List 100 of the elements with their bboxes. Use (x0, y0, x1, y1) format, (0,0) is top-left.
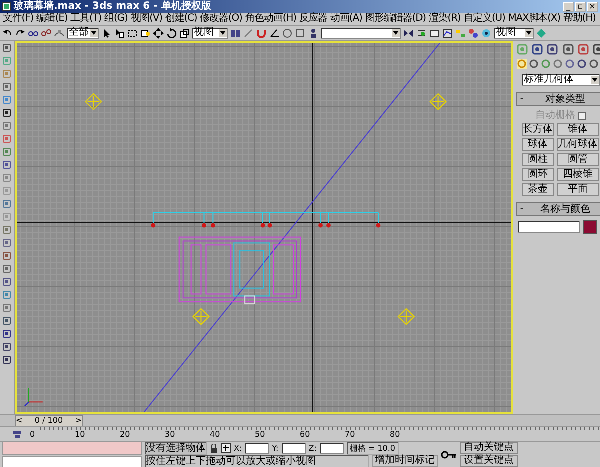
menu-item[interactable]: 创建(C) (164, 13, 198, 25)
menu-item[interactable]: 图形编辑器(D) (364, 13, 427, 25)
object-type-button[interactable]: 球体 (522, 138, 554, 151)
coordinate-field[interactable] (320, 442, 344, 454)
rollout-header[interactable]: - 名称与颜色 (516, 202, 600, 216)
material-editor-icon[interactable] (468, 28, 479, 38)
autogrid-checkbox[interactable] (578, 112, 586, 120)
object-type-button[interactable]: 锥体 (557, 123, 599, 136)
menu-item[interactable]: 渲染(R) (428, 13, 462, 25)
collapse-sign[interactable]: - (517, 204, 527, 214)
add-time-tag-button[interactable]: 增加时间标记 (372, 455, 438, 467)
dropdown-arrow-icon[interactable] (90, 29, 98, 37)
minimize-button[interactable]: _ (563, 2, 574, 12)
time-slider-track[interactable]: < 0 / 100 > (0, 414, 600, 426)
object-type-button[interactable]: 几何球体 (557, 138, 599, 151)
render-view-dropdown[interactable]: 视图 (494, 28, 534, 38)
frame-counter: 0 / 100 (34, 416, 64, 424)
object-type-button[interactable]: 平面 (557, 183, 599, 196)
move-icon[interactable] (153, 28, 164, 38)
key-icon[interactable] (441, 450, 457, 460)
scale-icon[interactable] (179, 28, 190, 38)
dropdown-arrow-icon[interactable] (392, 29, 400, 37)
next-frame-arrow[interactable]: > (75, 416, 82, 424)
object-type-button[interactable]: 长方体 (522, 123, 554, 136)
menu-item[interactable]: MAX脚本(X) (507, 13, 562, 25)
angle-snap-icon[interactable] (269, 28, 280, 38)
menu-item[interactable]: 文件(F) (2, 13, 35, 25)
category-dropdown[interactable]: 标准几何体 (522, 74, 600, 86)
panel-tab-icon[interactable] (562, 44, 574, 55)
menu-item[interactable]: 组(G) (104, 13, 129, 25)
object-type-button[interactable]: 圆环 (522, 168, 554, 181)
unlink-icon[interactable] (41, 28, 52, 38)
window-crossing-icon[interactable] (140, 28, 151, 38)
frame-number: 70 (345, 430, 356, 439)
auto-key-button[interactable]: 自动关键点 (460, 442, 518, 454)
lock-icon[interactable] (210, 444, 218, 452)
menu-item[interactable]: 反应器 (298, 13, 329, 25)
reference-coordinate-dropdown[interactable]: 视图 (192, 28, 228, 38)
spinner-snap-icon[interactable] (295, 28, 306, 38)
frame-number: 80 (390, 430, 402, 439)
menu-item[interactable]: 角色动画(H) (244, 13, 298, 25)
panel-tab-icon[interactable] (547, 44, 558, 55)
rectangle-select-icon[interactable] (127, 28, 138, 38)
object-type-button[interactable]: 四棱锥 (557, 168, 599, 181)
align-icon[interactable] (416, 28, 427, 38)
frame-number: 50 (255, 430, 266, 439)
dropdown-arrow-icon[interactable] (219, 29, 227, 37)
object-type-button[interactable]: 圆管 (557, 153, 599, 166)
select-by-name-icon[interactable] (114, 28, 125, 38)
render-scene-icon[interactable] (481, 28, 492, 38)
curve-editor-icon[interactable] (442, 28, 453, 38)
menu-item[interactable]: 工具(T) (70, 13, 103, 25)
menu-item[interactable]: 编辑(E) (36, 13, 69, 25)
maximize-button[interactable]: ▫ (575, 2, 586, 12)
panel-tab-icon[interactable] (578, 44, 589, 55)
set-key-button[interactable]: 设置关键点 (460, 455, 518, 467)
menu-item[interactable]: 帮助(H) (562, 13, 597, 25)
selection-status: 没有选择物体 (145, 442, 207, 454)
script-output-field[interactable] (2, 456, 142, 467)
rotate-icon[interactable] (166, 28, 177, 38)
frame-number: 40 (210, 430, 222, 439)
menu-item[interactable]: 修改器(O) (199, 13, 244, 25)
close-button[interactable]: × (587, 2, 598, 12)
script-listener-field[interactable] (2, 440, 142, 454)
select-cursor-icon[interactable] (101, 28, 112, 38)
frame-number: 0 (30, 430, 36, 439)
frame-number: 20 (120, 430, 132, 439)
menu-item[interactable]: 自定义(U) (462, 13, 506, 25)
absolute-mode-icon[interactable] (221, 443, 231, 453)
layers-icon[interactable] (429, 28, 440, 38)
menu-item[interactable]: 动画(A) (330, 13, 364, 25)
coordinate-field[interactable] (245, 442, 270, 454)
collapse-sign[interactable]: - (517, 94, 527, 104)
named-selection-field[interactable] (321, 28, 401, 38)
selection-filter-dropdown[interactable]: 全部 (67, 28, 99, 38)
edit-selection-icon[interactable] (308, 28, 319, 38)
dropdown-arrow-icon[interactable] (525, 29, 533, 37)
rollout-title: 名称与颜色 (540, 204, 592, 214)
coordinate-field[interactable] (282, 442, 306, 454)
prompt-text: 按住左键上下拖动可以放大或缩小视图 (145, 454, 369, 467)
percent-snap-icon[interactable] (282, 28, 293, 38)
object-type-button[interactable]: 茶壶 (522, 183, 554, 196)
app-icon[interactable] (2, 2, 11, 11)
frame-number: 10 (75, 430, 86, 439)
object-type-button[interactable]: 圆柱 (522, 153, 554, 166)
dropdown-arrow-icon[interactable] (591, 76, 599, 84)
rollout-header[interactable]: - 对象类型 (516, 92, 600, 106)
diamond-light-drawing (430, 93, 447, 110)
diamond-light-drawing (192, 308, 210, 326)
mirror-icon[interactable] (403, 28, 414, 38)
object-name-field[interactable] (518, 221, 580, 233)
constraint-icon[interactable] (243, 28, 254, 38)
previous-frame-arrow[interactable]: < (16, 416, 23, 424)
time-slider-thumb[interactable]: < 0 / 100 > (15, 414, 83, 426)
menu-item[interactable]: 视图(V) (130, 13, 164, 25)
object-color-swatch[interactable] (583, 220, 597, 234)
panel-tab-icon[interactable] (532, 44, 544, 55)
space-warp-icon[interactable] (54, 28, 65, 38)
track-bar-icon[interactable] (12, 430, 22, 439)
pivot-icon[interactable] (230, 28, 241, 38)
